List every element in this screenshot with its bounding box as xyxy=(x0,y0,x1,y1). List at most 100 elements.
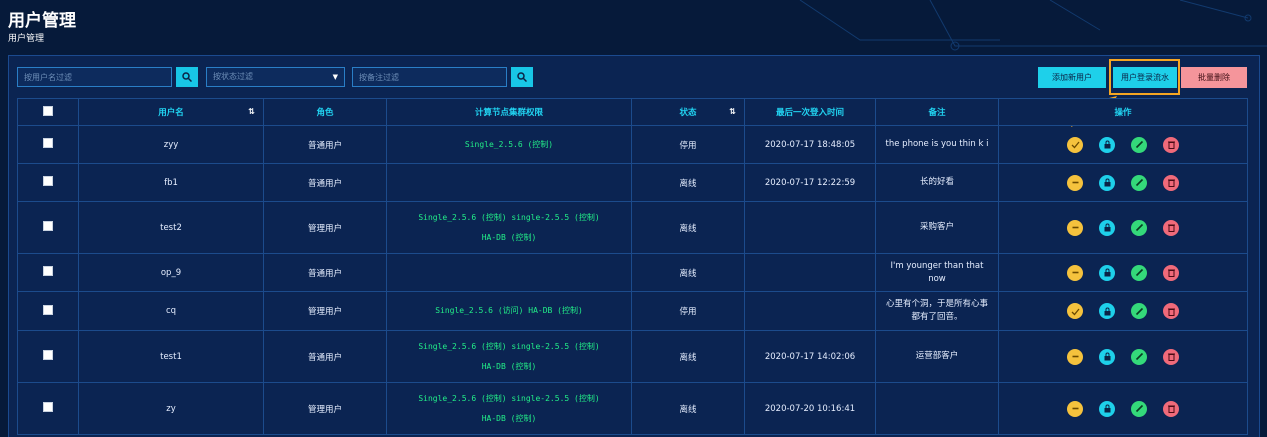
lock-user-button[interactable] xyxy=(1099,264,1115,281)
note-text: 长的好看 xyxy=(919,177,954,187)
note-filter-input[interactable] xyxy=(352,67,507,87)
username-filter-input[interactable] xyxy=(17,67,172,87)
last-login-cell xyxy=(744,291,876,331)
status-cell: 离线 xyxy=(631,382,745,435)
delete-user-button[interactable] xyxy=(1163,303,1179,319)
sort-icon[interactable]: ⇅ xyxy=(248,107,255,116)
minus-icon xyxy=(1072,271,1078,274)
breadcrumb: 用户管理 xyxy=(8,34,45,44)
trash-icon xyxy=(1167,269,1175,277)
note-cell: 心里有个洞，于是所有心事都有了回音。 xyxy=(875,291,999,331)
lock-user-button[interactable] xyxy=(1099,219,1115,236)
edit-user-button[interactable] xyxy=(1131,264,1147,281)
lock-icon xyxy=(1104,307,1110,315)
user-table: 用户名 ⇅ 角色 计算节点集群权限 状态 ⇅ 最后一次登入时间 备注 操作 zyy … xyxy=(17,98,1248,435)
permission-line: Single_2.5.6 (控制) xyxy=(464,139,554,149)
note-search-button[interactable] xyxy=(511,67,533,87)
row-select-cell xyxy=(17,163,79,202)
disable-user-button[interactable] xyxy=(1067,400,1083,417)
header-status[interactable]: 状态 ⇅ xyxy=(631,98,745,126)
edit-user-button[interactable] xyxy=(1131,348,1147,365)
trash-icon xyxy=(1167,308,1175,316)
role-cell: 管理用户 xyxy=(263,291,387,331)
status-cell: 停用 xyxy=(631,125,745,164)
note-text: 采购客户 xyxy=(919,222,954,232)
caret-down-icon: ▼ xyxy=(332,73,338,81)
username-search-button[interactable] xyxy=(176,67,198,87)
row-checkbox[interactable] xyxy=(43,138,53,148)
lock-user-button[interactable] xyxy=(1099,303,1115,319)
lock-user-button[interactable] xyxy=(1099,136,1115,153)
permission-cell: Single_2.5.6 (访问) HA-DB (控制) xyxy=(386,291,632,331)
header-username[interactable]: 用户名 ⇅ xyxy=(78,98,264,126)
delete-user-button[interactable] xyxy=(1163,264,1179,281)
edit-user-button[interactable] xyxy=(1131,136,1147,153)
edit-user-button[interactable] xyxy=(1131,174,1147,191)
row-checkbox[interactable] xyxy=(43,221,53,231)
sort-icon[interactable]: ⇅ xyxy=(729,107,736,116)
username-cell: test1 xyxy=(78,330,264,383)
disable-user-button[interactable] xyxy=(1067,174,1083,191)
row-checkbox[interactable] xyxy=(43,402,53,412)
delete-user-button[interactable] xyxy=(1163,348,1179,365)
edit-icon xyxy=(1135,352,1143,361)
note-cell: 运营部客户 xyxy=(875,330,999,383)
username-cell: fb1 xyxy=(78,163,264,202)
check-icon xyxy=(1071,308,1080,315)
lock-user-button[interactable] xyxy=(1099,400,1115,417)
batch-delete-button[interactable]: 批量删除 xyxy=(1181,67,1247,88)
row-checkbox[interactable] xyxy=(43,304,53,315)
permission-line: Single_2.5.6 (控制) single-2.5.5 (控制) xyxy=(418,212,600,222)
edit-icon xyxy=(1135,268,1143,277)
permission-cell: Single_2.5.6 (控制) xyxy=(386,125,632,164)
minus-icon xyxy=(1072,181,1078,184)
table-row: op_9 普通用户 离线 I'm younger than that now xyxy=(17,253,1248,292)
edit-icon xyxy=(1135,404,1143,413)
login-log-button[interactable]: 用户登录流水 xyxy=(1113,67,1177,88)
header-note: 备注 xyxy=(875,98,999,126)
role-cell: 普通用户 xyxy=(263,125,387,164)
edit-icon xyxy=(1135,140,1143,149)
select-all-checkbox[interactable] xyxy=(43,105,53,116)
disable-user-button[interactable] xyxy=(1067,348,1083,365)
actions-cell xyxy=(998,253,1248,292)
add-user-button[interactable]: 添加新用户 xyxy=(1038,67,1106,88)
select-all-cell xyxy=(17,98,79,126)
row-select-cell xyxy=(17,125,79,164)
status-cell: 离线 xyxy=(631,330,745,383)
page-title: 用户管理 xyxy=(8,11,76,31)
trash-icon xyxy=(1167,179,1175,187)
delete-user-button[interactable] xyxy=(1163,400,1179,417)
enable-user-button[interactable] xyxy=(1067,303,1083,319)
disable-user-button[interactable] xyxy=(1067,219,1083,236)
header-status-label: 状态 xyxy=(679,108,697,118)
role-cell: 普通用户 xyxy=(263,330,387,383)
table-row: cq 管理用户 Single_2.5.6 (访问) HA-DB (控制) 停用 … xyxy=(17,291,1248,331)
delete-user-button[interactable] xyxy=(1163,219,1179,236)
lock-user-button[interactable] xyxy=(1099,174,1115,191)
row-checkbox[interactable] xyxy=(43,176,53,186)
row-checkbox[interactable] xyxy=(43,266,53,276)
lock-user-button[interactable] xyxy=(1099,348,1115,365)
table-header-row: 用户名 ⇅ 角色 计算节点集群权限 状态 ⇅ 最后一次登入时间 备注 操作 xyxy=(17,98,1248,126)
row-checkbox[interactable] xyxy=(43,350,53,360)
permission-line: Single_2.5.6 (控制) single-2.5.5 (控制) xyxy=(418,341,600,351)
last-login-cell: 2020-07-17 18:48:05 xyxy=(744,125,876,164)
table-row: test1 普通用户 Single_2.5.6 (控制) single-2.5.… xyxy=(17,330,1248,383)
delete-user-button[interactable] xyxy=(1163,136,1179,153)
delete-user-button[interactable] xyxy=(1163,174,1179,191)
edit-user-button[interactable] xyxy=(1131,219,1147,236)
edit-icon xyxy=(1135,178,1143,187)
edit-user-button[interactable] xyxy=(1131,303,1147,319)
header-actions: 操作 xyxy=(998,98,1248,126)
edit-user-button[interactable] xyxy=(1131,400,1147,417)
header-last-login: 最后一次登入时间 xyxy=(744,98,876,126)
last-login-cell: 2020-07-17 12:22:59 xyxy=(744,163,876,202)
status-filter-select[interactable]: 按状态过滤 ▼ xyxy=(206,67,345,87)
trash-icon xyxy=(1167,224,1175,232)
table-row: zyy 普通用户 Single_2.5.6 (控制) 停用 2020-07-17… xyxy=(17,125,1248,164)
lock-icon xyxy=(1104,404,1110,413)
disable-user-button[interactable] xyxy=(1067,264,1083,281)
enable-user-button[interactable] xyxy=(1067,136,1083,153)
row-select-cell xyxy=(17,291,79,331)
